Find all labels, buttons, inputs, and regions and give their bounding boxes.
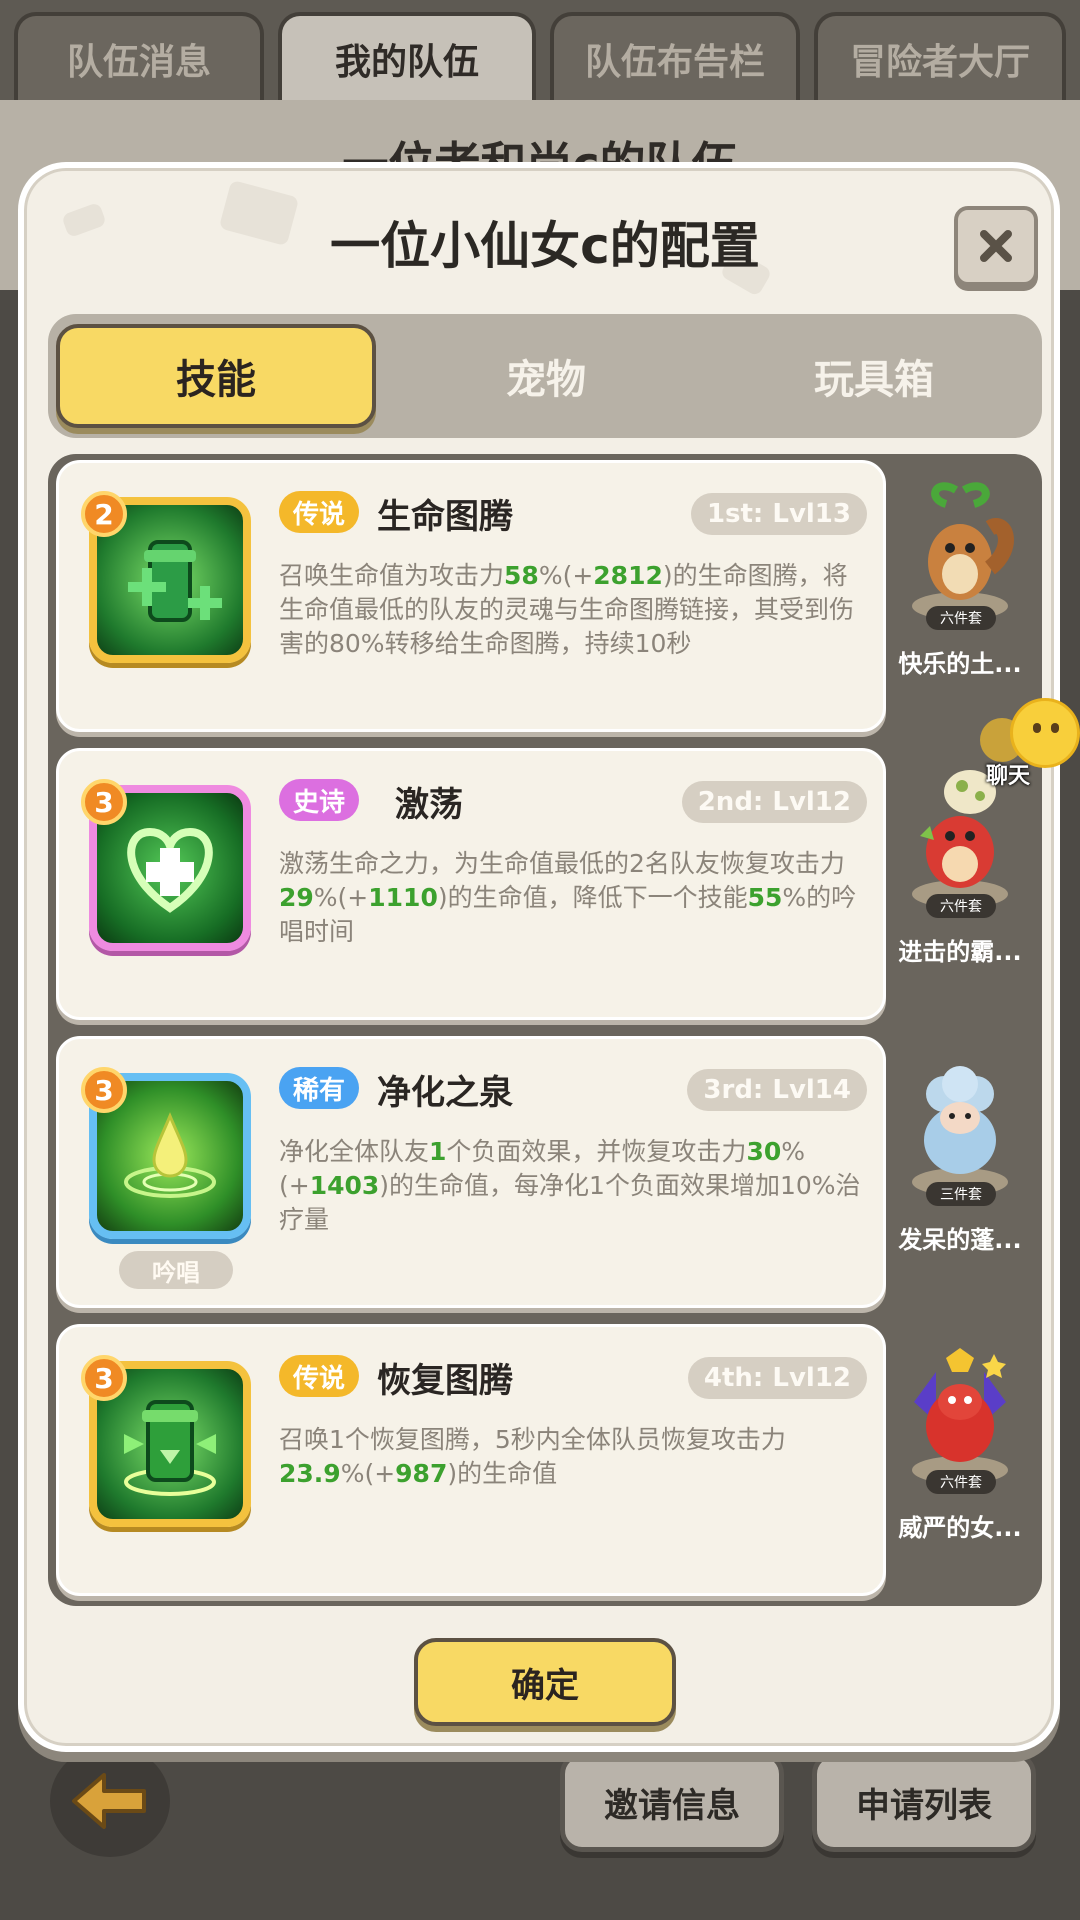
apply-list-button[interactable]: 申请列表 xyxy=(812,1752,1036,1852)
skill-slot-level: 4th: Lvl12 xyxy=(687,1357,867,1399)
desc-text: %(+ xyxy=(313,883,369,912)
pet-set-tag: 六件套 xyxy=(926,1470,996,1494)
desc-value: 23.9 xyxy=(279,1459,341,1488)
desc-value: 55 xyxy=(747,883,783,912)
skill-level-badge: 3 xyxy=(81,1355,127,1401)
chat-label: 聊天 xyxy=(986,764,1031,789)
skill-description: 召唤1个恢复图腾，5秒内全体队员恢复攻击力 23.9%(+987)的生命值 xyxy=(279,1423,869,1491)
desc-value: 30 xyxy=(746,1137,782,1166)
pet-name: 发呆的蓬... xyxy=(898,1226,1022,1254)
desc-text: 召唤生命值为攻击力 xyxy=(279,561,505,590)
confirm-button[interactable]: 确定 xyxy=(414,1638,676,1726)
skill-level-badge: 3 xyxy=(81,779,127,825)
skill-card[interactable]: 3 史诗 激荡 2nd: Lvl12 激荡生命之力，为生命值最低的2名队友恢复攻… xyxy=(56,748,886,1020)
desc-text: %(+ xyxy=(340,1459,396,1488)
skill-name: 净化之泉 xyxy=(377,1073,513,1113)
skill-level-badge: 2 xyxy=(81,491,127,537)
modal-tab-bar: 技能 宠物 玩具箱 xyxy=(48,314,1042,438)
desc-value: 2812 xyxy=(593,561,663,590)
skill-slot-level: 3rd: Lvl14 xyxy=(687,1069,867,1111)
back-button[interactable] xyxy=(50,1745,170,1857)
skill-name: 恢复图腾 xyxy=(377,1361,513,1401)
tab-skills[interactable]: 技能 xyxy=(56,324,376,428)
skill-description: 净化全体队友1个负面效果，并恢复攻击力30%(+1403)的生命值，每净化1个负… xyxy=(279,1135,869,1237)
skill-card[interactable]: 3 吟唱 稀有 净化之泉 3rd: Lvl14 净化全体队友1个负面效果，并恢复… xyxy=(56,1036,886,1308)
tab-pets[interactable]: 宠物 xyxy=(386,324,706,428)
pet-slot[interactable]: 六件套 快乐的土... xyxy=(886,460,1034,730)
skill-slot-level: 2nd: Lvl12 xyxy=(681,781,867,823)
invite-info-button[interactable]: 邀请信息 xyxy=(560,1752,784,1852)
desc-text: %(+ xyxy=(538,561,594,590)
desc-text: 个负面效果，并恢复攻击力 xyxy=(446,1137,747,1166)
desc-text: 召唤1个恢复图腾，5秒内全体队员恢复攻击力 xyxy=(279,1425,786,1454)
desc-value: 987 xyxy=(395,1459,448,1488)
top-tab-bar: 队伍消息 我的队伍 队伍布告栏 冒险者大厅 xyxy=(0,0,1080,110)
tab-team-messages[interactable]: 队伍消息 xyxy=(14,12,264,102)
back-arrow-icon xyxy=(72,1773,146,1829)
skill-name: 激荡 xyxy=(395,785,463,825)
config-modal: 一位小仙女c的配置 技能 宠物 玩具箱 2 传说 生命图腾 1st: Lvl13 xyxy=(18,162,1060,1752)
skill-slot-level: 1st: Lvl13 xyxy=(690,493,867,535)
pet-name: 进击的霸... xyxy=(898,938,1022,966)
desc-text: )的生命值 xyxy=(447,1459,558,1488)
rarity-badge: 史诗 xyxy=(279,779,360,821)
desc-text: )的生命值，降低下一个技能 xyxy=(437,883,748,912)
skill-description: 激荡生命之力，为生命值最低的2名队友恢复攻击力 29%(+1110)的生命值，降低… xyxy=(279,847,869,949)
pet-slot[interactable]: 六件套 威严的女... xyxy=(886,1324,1034,1594)
skill-level-badge: 3 xyxy=(81,1067,127,1113)
desc-value: 1110 xyxy=(368,883,438,912)
skill-description: 召唤生命值为攻击力58%(+2812)的生命图腾，将生命值最低的队友的灵魂与生命… xyxy=(279,559,869,661)
tab-toybox[interactable]: 玩具箱 xyxy=(714,324,1034,428)
rarity-badge: 稀有 xyxy=(279,1067,360,1109)
desc-value: 1 xyxy=(429,1137,447,1166)
desc-text: 激荡生命之力，为生命值最低的2名队友恢复攻击力 xyxy=(279,849,845,878)
close-icon xyxy=(980,230,1012,262)
skill-name: 生命图腾 xyxy=(377,497,513,537)
rarity-badge: 传说 xyxy=(279,491,360,533)
skill-list: 2 传说 生命图腾 1st: Lvl13 召唤生命值为攻击力58%(+2812)… xyxy=(48,454,1042,1606)
skill-card[interactable]: 2 传说 生命图腾 1st: Lvl13 召唤生命值为攻击力58%(+2812)… xyxy=(56,460,886,732)
desc-value: 1403 xyxy=(309,1171,380,1200)
skill-card[interactable]: 3 传说 恢复图腾 4th: Lvl12 召唤1个恢复图腾，5秒内全体队员恢复攻… xyxy=(56,1324,886,1596)
pet-name: 快乐的土... xyxy=(898,650,1022,678)
tab-team-board[interactable]: 队伍布告栏 xyxy=(550,12,800,102)
tab-adventurer-hall[interactable]: 冒险者大厅 xyxy=(814,12,1066,102)
close-button[interactable] xyxy=(954,206,1038,286)
desc-text: 净化全体队友 xyxy=(279,1137,430,1166)
tab-my-team[interactable]: 我的队伍 xyxy=(278,12,536,102)
desc-value: 58 xyxy=(504,561,539,590)
pet-set-tag: 六件套 xyxy=(926,606,996,630)
pet-name: 威严的女... xyxy=(898,1514,1022,1542)
chat-button[interactable]: 聊天 xyxy=(976,698,1080,792)
chant-tag: 吟唱 xyxy=(119,1251,233,1289)
pet-set-tag: 三件套 xyxy=(926,1182,996,1206)
pet-set-tag: 六件套 xyxy=(926,894,996,918)
modal-title: 一位小仙女c的配置 xyxy=(330,217,760,275)
pet-slot[interactable]: 三件套 发呆的蓬... xyxy=(886,1036,1034,1306)
rarity-badge: 传说 xyxy=(279,1355,360,1397)
desc-value: 29 xyxy=(279,883,314,912)
